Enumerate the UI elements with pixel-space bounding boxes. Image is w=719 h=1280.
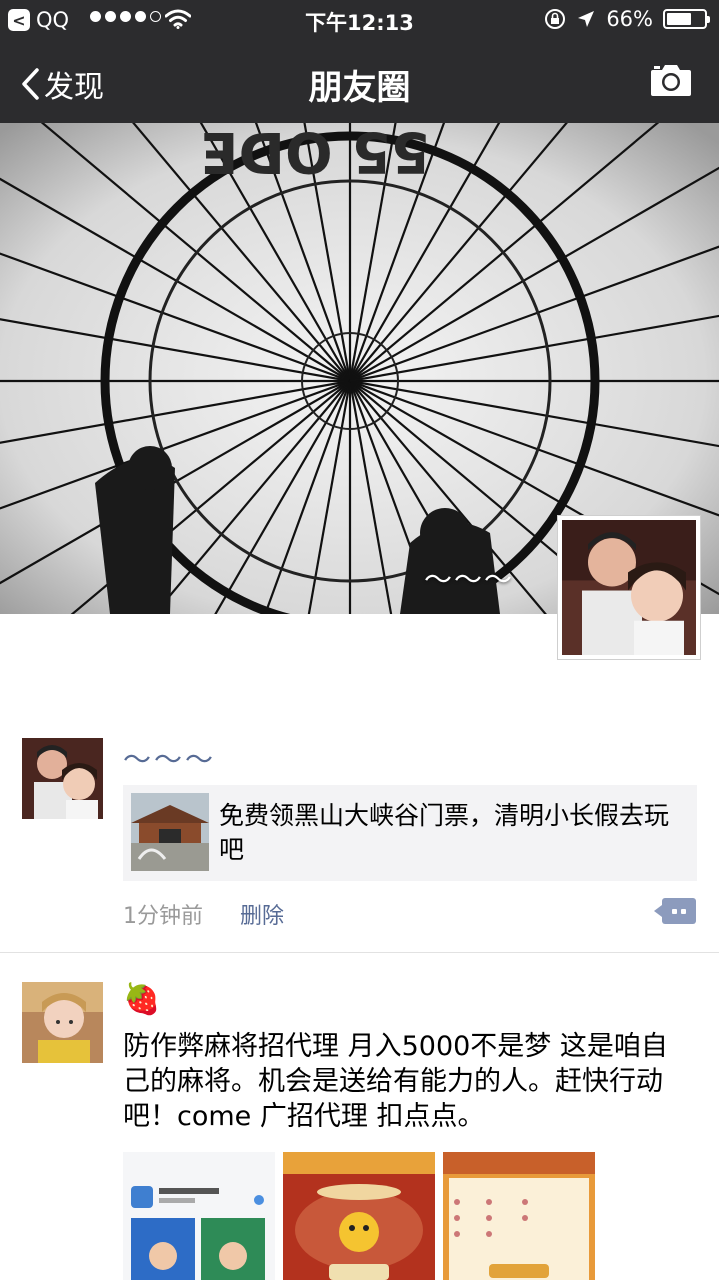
delete-button[interactable]: 删除 xyxy=(240,898,284,930)
orientation-lock-icon xyxy=(545,9,566,29)
profile-avatar[interactable] xyxy=(557,515,701,660)
post-avatar[interactable] xyxy=(22,738,103,819)
comment-button[interactable] xyxy=(654,898,696,924)
svg-text:55 ODE: 55 ODE xyxy=(200,123,430,184)
post-text: 防作弊麻将招代理 月入5000不是梦 这是咱自己的麻将。机会是送给有能力的人。赶… xyxy=(123,1031,668,1132)
share-title: 免费领黑山大峡谷门票，清明小长假去玩吧 xyxy=(219,801,670,864)
camera-button[interactable] xyxy=(649,62,693,102)
post-time: 1分钟前 xyxy=(123,904,203,929)
feed-post: 🍓 防作弊麻将招代理 月入5000不是梦 这是咱自己的麻将。机会是送给有能力的人… xyxy=(0,982,719,1280)
navigation-bar: 发现 朋友圈 xyxy=(0,40,719,123)
camera-icon xyxy=(651,65,691,96)
location-icon xyxy=(578,11,595,27)
post-author-name[interactable]: 🍓 xyxy=(123,982,163,1017)
status-bar: < QQ 下午12:13 66% xyxy=(0,0,719,40)
post-author-name[interactable]: ～～～ xyxy=(123,738,216,778)
battery-icon xyxy=(663,9,710,29)
feed-post: ～～～ 免费领黑山大峡谷门票，清明小长假去玩吧 1分钟前 删除 xyxy=(0,738,719,952)
profile-nickname: ～～～ xyxy=(423,563,514,596)
post-photo-1[interactable] xyxy=(123,1152,275,1280)
divider xyxy=(0,952,719,953)
comment-icon xyxy=(672,909,677,914)
post-photo-3[interactable] xyxy=(443,1152,595,1280)
post-avatar[interactable] xyxy=(22,982,103,1063)
share-thumbnail xyxy=(131,793,209,871)
battery-percent: 66% xyxy=(606,7,653,31)
share-link-card[interactable]: 免费领黑山大峡谷门票，清明小长假去玩吧 xyxy=(123,785,697,881)
post-photo-2[interactable] xyxy=(283,1152,435,1280)
page-title: 朋友圈 xyxy=(308,68,411,108)
